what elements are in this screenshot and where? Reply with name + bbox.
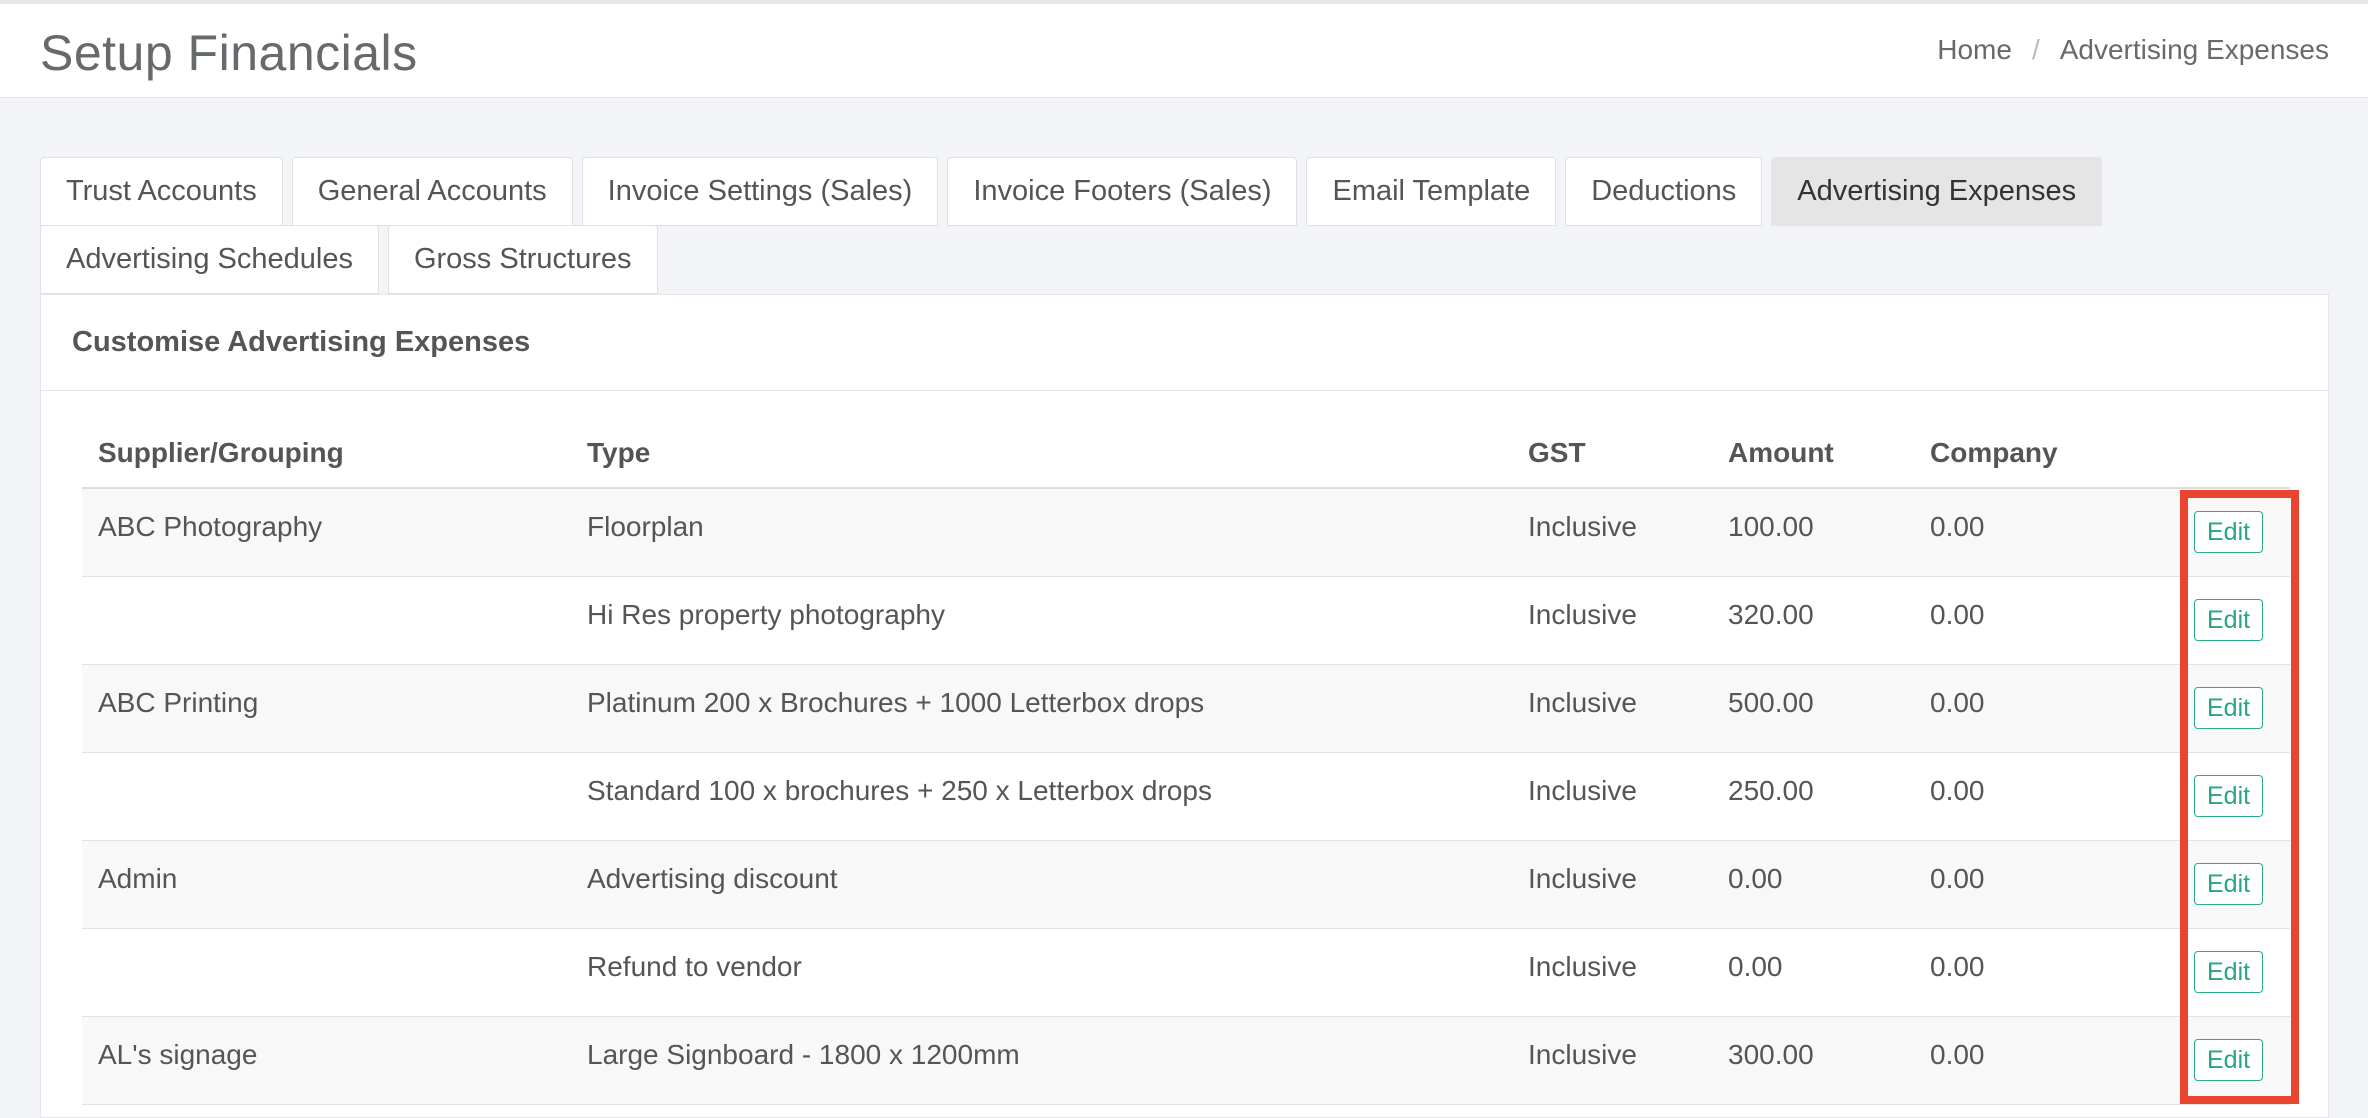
column-header-company: Company: [1914, 419, 2178, 489]
breadcrumb-home-link[interactable]: Home: [1937, 34, 2012, 66]
cell-supplier: ABC Photography: [82, 488, 571, 577]
table-row: ABC Printing Platinum 200 x Brochures + …: [82, 664, 2290, 753]
cell-supplier: [82, 752, 571, 841]
cell-amount: 100.00: [1712, 488, 1914, 577]
cell-gst: Inclusive: [1512, 840, 1712, 929]
cell-type: Large Signboard - 1800 x 1200mm: [571, 1016, 1512, 1105]
tab-email-template[interactable]: Email Template: [1306, 157, 1557, 226]
cell-company: 0.00: [1914, 928, 2178, 1017]
cell-amount: 320.00: [1712, 576, 1914, 665]
cell-company: 0.00: [1914, 488, 2178, 577]
cell-amount: 500.00: [1712, 664, 1914, 753]
cell-type: Floorplan: [571, 488, 1512, 577]
tabs-row-2: Advertising Schedules Gross Structures: [40, 225, 658, 294]
tab-advertising-expenses[interactable]: Advertising Expenses: [1771, 157, 2103, 226]
cell-action: Edit: [2178, 576, 2290, 665]
column-header-gst: GST: [1512, 419, 1712, 489]
table-header-row: Supplier/Grouping Type GST Amount Compan…: [82, 419, 2290, 489]
cell-gst: Inclusive: [1512, 752, 1712, 841]
page-header: Setup Financials Home / Advertising Expe…: [0, 4, 2368, 98]
panel-heading: Customise Advertising Expenses: [41, 295, 2328, 391]
cell-type: Standard 100 x brochures + 250 x Letterb…: [571, 752, 1512, 841]
breadcrumb-current: Advertising Expenses: [2059, 34, 2329, 65]
cell-company: 0.00: [1914, 576, 2178, 665]
cell-action: Edit: [2178, 928, 2290, 1017]
table-row: ABC Photography Floorplan Inclusive 100.…: [82, 488, 2290, 577]
cell-action: Edit: [2178, 752, 2290, 841]
cell-supplier: [82, 576, 571, 665]
edit-button[interactable]: Edit: [2194, 950, 2264, 993]
page-title: Setup Financials: [40, 25, 418, 81]
edit-button[interactable]: Edit: [2194, 511, 2264, 553]
tab-invoice-footers-sales[interactable]: Invoice Footers (Sales): [947, 157, 1298, 226]
cell-company: 0.00: [1914, 1016, 2178, 1105]
cell-gst: Inclusive: [1512, 576, 1712, 665]
edit-button[interactable]: Edit: [2194, 598, 2264, 641]
tab-gross-structures[interactable]: Gross Structures: [387, 225, 658, 294]
tab-trust-accounts[interactable]: Trust Accounts: [40, 157, 283, 226]
cell-supplier: [82, 928, 571, 1017]
tab-general-accounts[interactable]: General Accounts: [291, 157, 573, 226]
table-row: AL's signage Large Signboard - 1800 x 12…: [82, 1016, 2290, 1105]
expenses-table: Supplier/Grouping Type GST Amount Compan…: [82, 419, 2290, 1105]
cell-type: Hi Res property photography: [571, 576, 1512, 665]
cell-type: Platinum 200 x Brochures + 1000 Letterbo…: [571, 664, 1512, 753]
tabs-row-1: Trust Accounts General Accounts Invoice …: [40, 157, 2103, 226]
tab-invoice-settings-sales[interactable]: Invoice Settings (Sales): [581, 157, 939, 226]
column-header-type: Type: [571, 419, 1512, 489]
cell-gst: Inclusive: [1512, 1016, 1712, 1105]
cell-gst: Inclusive: [1512, 488, 1712, 577]
column-header-actions: [2178, 419, 2290, 489]
edit-button[interactable]: Edit: [2194, 774, 2264, 817]
tab-deductions[interactable]: Deductions: [1565, 157, 1763, 226]
cell-action: Edit: [2178, 488, 2290, 577]
cell-type: Refund to vendor: [571, 928, 1512, 1017]
table-row: Hi Res property photography Inclusive 32…: [82, 576, 2290, 665]
cell-gst: Inclusive: [1512, 928, 1712, 1017]
cell-company: 0.00: [1914, 752, 2178, 841]
tab-advertising-schedules[interactable]: Advertising Schedules: [40, 225, 379, 294]
cell-company: 0.00: [1914, 664, 2178, 753]
column-header-amount: Amount: [1712, 419, 1914, 489]
cell-amount: 0.00: [1712, 840, 1914, 929]
cell-supplier: Admin: [82, 840, 571, 929]
table-row: Admin Advertising discount Inclusive 0.0…: [82, 840, 2290, 929]
cell-amount: 300.00: [1712, 1016, 1914, 1105]
cell-action: Edit: [2178, 1016, 2290, 1105]
breadcrumb-separator: /: [2031, 34, 2040, 65]
cell-company: 0.00: [1914, 840, 2178, 929]
cell-action: Edit: [2178, 664, 2290, 753]
column-header-supplier: Supplier/Grouping: [82, 419, 571, 489]
edit-button[interactable]: Edit: [2194, 1038, 2264, 1081]
advertising-expenses-panel: Customise Advertising Expenses Supplier/…: [40, 294, 2329, 1118]
table-row: Standard 100 x brochures + 250 x Letterb…: [82, 752, 2290, 841]
cell-action: Edit: [2178, 840, 2290, 929]
cell-amount: 0.00: [1712, 928, 1914, 1017]
cell-gst: Inclusive: [1512, 664, 1712, 753]
edit-button[interactable]: Edit: [2194, 686, 2264, 729]
cell-supplier: ABC Printing: [82, 664, 571, 753]
cell-amount: 250.00: [1712, 752, 1914, 841]
cell-supplier: AL's signage: [82, 1016, 571, 1105]
cell-type: Advertising discount: [571, 840, 1512, 929]
edit-button[interactable]: Edit: [2194, 862, 2264, 905]
table-row: Refund to vendor Inclusive 0.00 0.00 Edi…: [82, 928, 2290, 1017]
breadcrumb: Home / Advertising Expenses: [1937, 34, 2329, 66]
